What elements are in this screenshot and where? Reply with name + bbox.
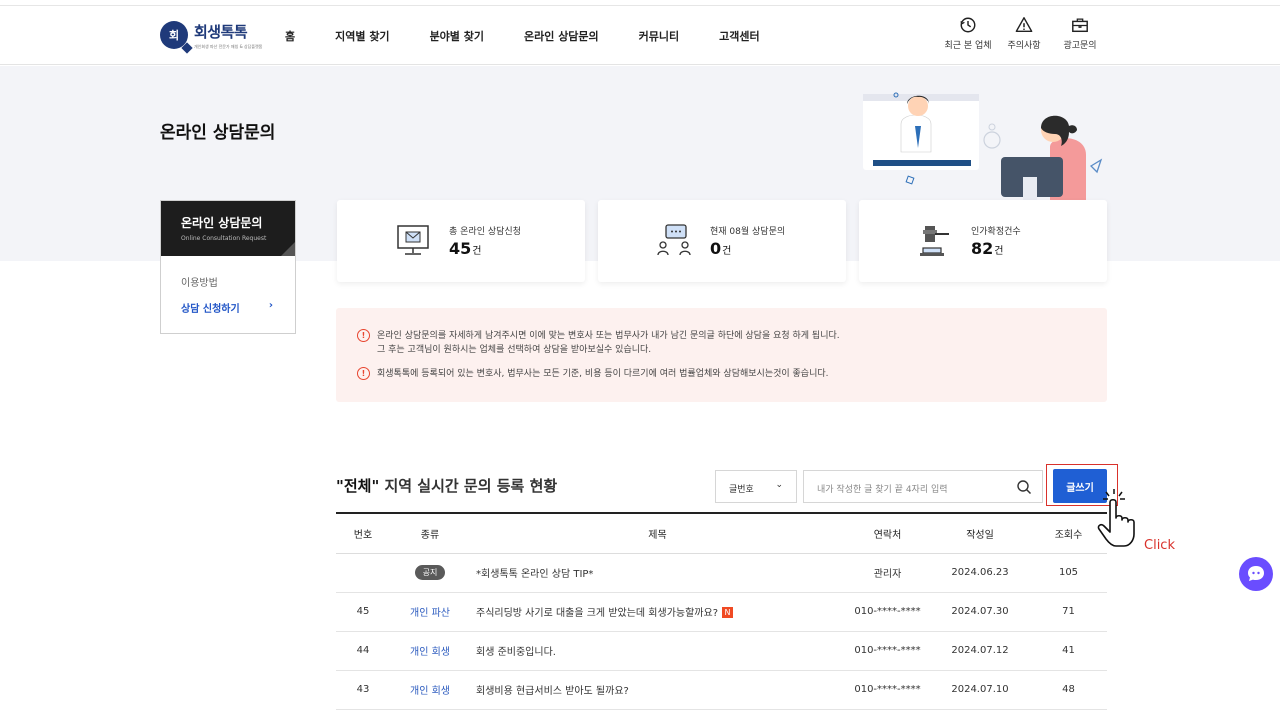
board-title: "전체" 지역 실시간 문의 등록 현황 — [336, 477, 558, 495]
header-utilities: 최근 본 업체 주의사항 광고문의 — [940, 16, 1108, 51]
logo-subtitle: 개인회생 파산 전문가 매칭 & 상담플랫폼 — [194, 43, 263, 49]
board-title-rest: 지역 실시간 문의 등록 현황 — [379, 477, 558, 495]
click-annotation: Click — [1144, 538, 1175, 553]
recent-viewed-button[interactable]: 최근 본 업체 — [940, 16, 996, 51]
chat-people-icon — [657, 224, 691, 256]
chevron-down-icon: ⌄ — [775, 480, 783, 490]
site-header: 회 회생톡톡 개인회생 파산 전문가 매칭 & 상담플랫폼 홈 지역별 찾기 분… — [0, 6, 1280, 65]
briefcase-icon — [1072, 18, 1088, 33]
side-menu-subtitle: Online Consultation Request — [181, 235, 267, 242]
search-input[interactable]: 내가 작성한 글 찾기 끝 4자리 입력 — [803, 470, 1043, 503]
warning-icon — [1015, 17, 1033, 33]
pointer-hand-icon — [1097, 489, 1135, 547]
search-type-select[interactable]: 글번호 ⌄ — [715, 470, 797, 503]
search-type-value: 글번호 — [729, 485, 754, 495]
ad-inquiry-button[interactable]: 광고문의 — [1052, 16, 1108, 51]
stat-total-label: 총 온라인 상담신청 — [449, 227, 521, 237]
monitor-mail-icon — [397, 225, 429, 255]
logo[interactable]: 회 회생톡톡 개인회생 파산 전문가 매칭 & 상담플랫폼 — [160, 18, 262, 52]
chat-bubble-icon — [1248, 566, 1264, 581]
notice-box: ! 온라인 상담문의를 자세하게 남겨주시면 이에 맞는 변호사 또는 법무사가… — [336, 308, 1107, 402]
row-title[interactable]: 주식리딩방 사기로 대출을 크게 받았는데 회생가능할까요? N — [470, 592, 845, 632]
stat-monthly-label: 현재 08월 상담문의 — [710, 227, 786, 237]
side-item-how-to-use[interactable]: 이용방법 — [161, 274, 295, 289]
nav-customer-center[interactable]: 고객센터 — [719, 28, 759, 44]
row-title[interactable]: 회생비용 현급서비스 받아도 될까요? — [470, 670, 845, 710]
notice-text-2: 회생톡톡에 등록되어 있는 변호사, 법무사는 모든 기준, 비용 등이 다르기… — [377, 369, 829, 379]
notice-text-1b: 그 후는 고객님이 원하시는 업체를 선택하여 상담을 받아보실수 있습니다. — [377, 345, 652, 355]
col-number: 번호 — [336, 512, 390, 554]
stat-card-approved: 인가확정건수 82건 — [859, 200, 1107, 282]
table-header-row: 번호 종류 제목 연락처 작성일 조회수 — [336, 512, 1107, 554]
clock-icon — [960, 17, 976, 33]
notice-badge: 공지 — [414, 565, 446, 580]
col-date: 작성일 — [930, 512, 1030, 554]
nav-home[interactable]: 홈 — [285, 28, 295, 44]
ad-inquiry-label: 광고문의 — [1063, 41, 1097, 51]
board-title-region: 전체 — [343, 477, 372, 495]
table-row[interactable]: 공지 *회생톡톡 온라인 상담 TIP* 관리자 2024.06.23 105 — [336, 553, 1107, 593]
gavel-icon — [920, 226, 949, 256]
new-badge: N — [722, 607, 734, 618]
caution-label: 주의사항 — [1007, 41, 1041, 51]
recent-viewed-label: 최근 본 업체 — [944, 41, 992, 51]
col-contact: 연락처 — [845, 512, 930, 554]
side-menu: 온라인 상담문의 Online Consultation Request 이용방… — [160, 200, 296, 334]
row-kind: 개인 파산 — [390, 592, 470, 632]
stat-card-monthly: 현재 08월 상담문의 0건 — [598, 200, 846, 282]
nav-community[interactable]: 커뮤니티 — [639, 28, 679, 44]
page-title: 온라인 상담문의 — [160, 123, 276, 143]
notice-item-1: ! 온라인 상담문의를 자세하게 남겨주시면 이에 맞는 변호사 또는 법무사가… — [357, 329, 840, 357]
stat-card-total: 총 온라인 상담신청 45건 — [337, 200, 585, 282]
logo-text: 회생톡톡 개인회생 파산 전문가 매칭 & 상담플랫폼 — [194, 21, 262, 50]
table-row[interactable]: 44 개인 회생 회생 준비중입니다. 010-****-**** 2024.0… — [336, 631, 1107, 671]
col-title: 제목 — [470, 512, 845, 554]
table-row[interactable]: 45 개인 파산 주식리딩방 사기로 대출을 크게 받았는데 회생가능할까요? N… — [336, 592, 1107, 632]
page: 회 회생톡톡 개인회생 파산 전문가 매칭 & 상담플랫폼 홈 지역별 찾기 분… — [0, 0, 1280, 720]
caution-button[interactable]: 주의사항 — [996, 16, 1052, 51]
nav-region-search[interactable]: 지역별 찾기 — [335, 28, 389, 44]
row-kind: 개인 회생 — [390, 631, 470, 671]
stat-approved-label: 인가확정건수 — [971, 227, 1021, 237]
logo-name: 회생톡톡 — [194, 22, 248, 41]
row-title[interactable]: 회생 준비중입니다. — [470, 631, 845, 671]
stat-total-value: 45건 — [449, 239, 482, 258]
side-item-request-consult[interactable]: 상담 신청하기 › — [161, 300, 295, 315]
side-menu-title: 온라인 상담문의 — [181, 216, 263, 230]
stat-monthly-value: 0건 — [710, 239, 732, 258]
consultation-illustration — [863, 92, 1103, 202]
table-row[interactable]: 43 개인 회생 회생비용 현급서비스 받아도 될까요? 010-****-**… — [336, 670, 1107, 710]
stat-approved-value: 82건 — [971, 239, 1004, 258]
row-title[interactable]: *회생톡톡 온라인 상담 TIP* — [470, 553, 845, 593]
inquiry-table: 번호 종류 제목 연락처 작성일 조회수 공지 *회생톡톡 온라인 상담 TIP… — [336, 512, 1107, 710]
alert-circle-icon: ! — [357, 329, 370, 342]
side-item-request-label: 상담 신청하기 — [181, 304, 240, 315]
search-icon[interactable] — [1016, 479, 1032, 495]
alert-circle-icon: ! — [357, 367, 370, 380]
nav-online-consult[interactable]: 온라인 상담문의 — [524, 28, 599, 44]
chat-button[interactable] — [1239, 557, 1273, 591]
chevron-right-icon: › — [268, 300, 273, 311]
logo-mark: 회 — [160, 21, 188, 49]
row-kind: 개인 회생 — [390, 670, 470, 710]
search-placeholder: 내가 작성한 글 찾기 끝 4자리 입력 — [817, 485, 948, 495]
main-nav: 홈 지역별 찾기 분야별 찾기 온라인 상담문의 커뮤니티 고객센터 — [285, 6, 800, 65]
side-menu-header: 온라인 상담문의 Online Consultation Request — [161, 201, 295, 256]
nav-field-search[interactable]: 분야별 찾기 — [430, 28, 484, 44]
notice-item-2: ! 회생톡톡에 등록되어 있는 변호사, 법무사는 모든 기준, 비용 등이 다… — [357, 367, 829, 381]
notice-text-1: 온라인 상담문의를 자세하게 남겨주시면 이에 맞는 변호사 또는 법무사가 내… — [377, 331, 840, 341]
col-kind: 종류 — [390, 512, 470, 554]
